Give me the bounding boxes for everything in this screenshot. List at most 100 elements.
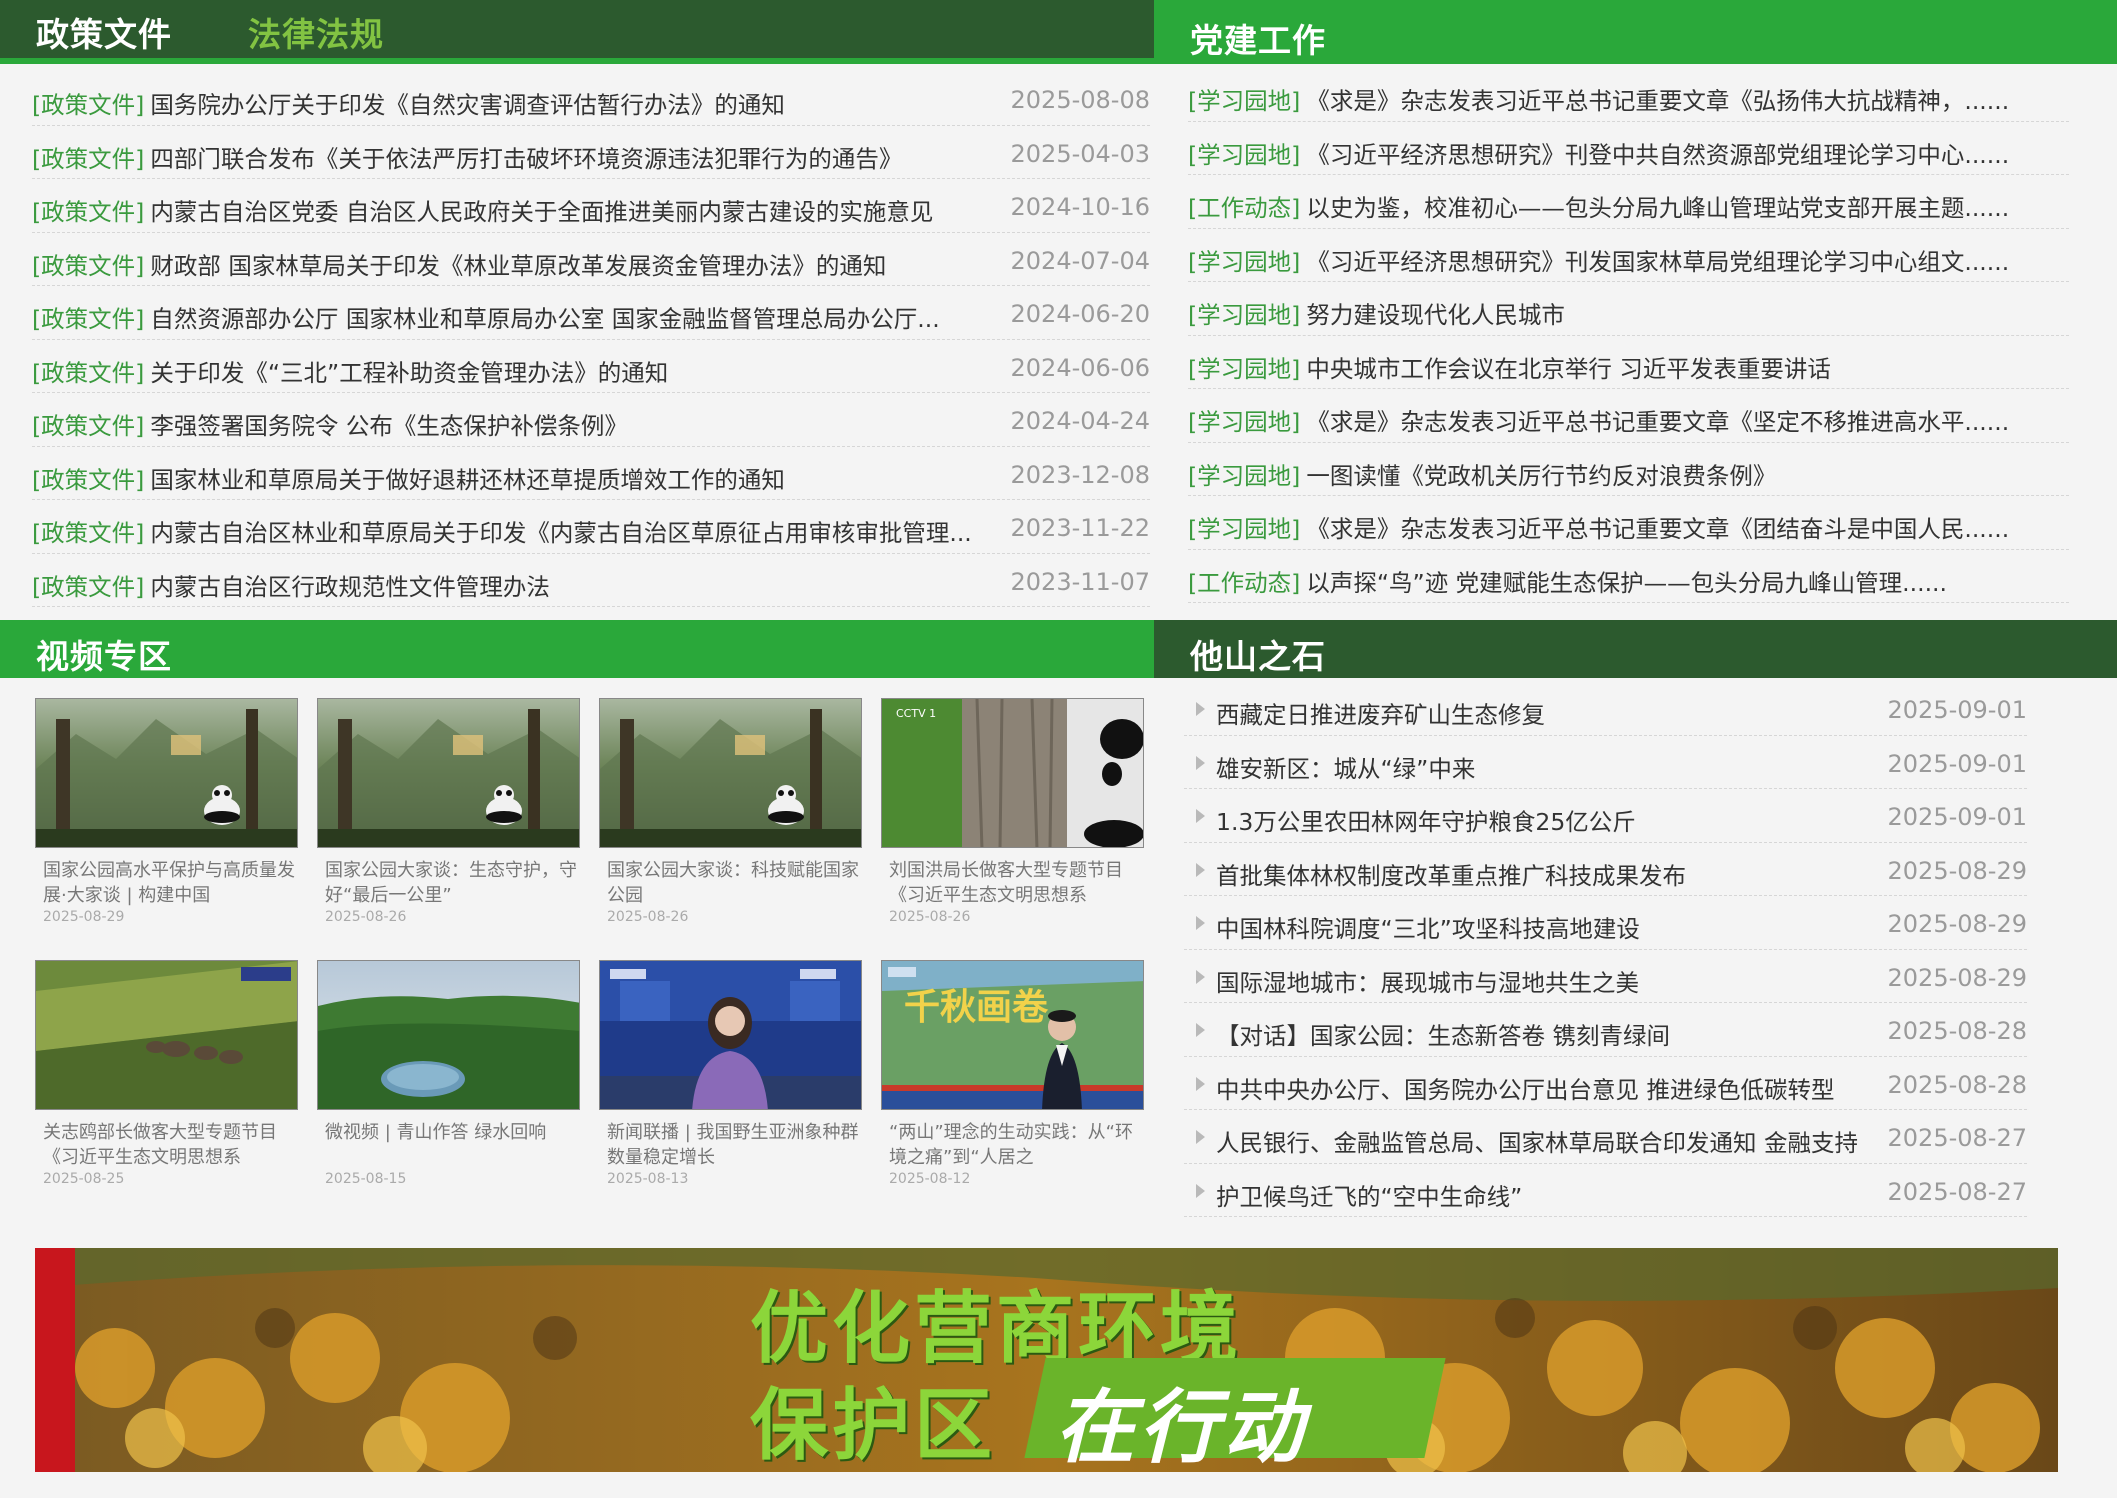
video-thumbnail[interactable] xyxy=(317,698,580,848)
policy-item-title[interactable]: 四部门联合发布《关于依法严厉打击破坏环境资源违法犯罪行为的通告》 xyxy=(150,145,902,173)
party-item-title[interactable]: 以声探“鸟”迹 党建赋能生态保护——包头分局九峰山管理...... xyxy=(1306,569,1947,597)
party-list-item[interactable]: [学习园地] 《求是》杂志发表习近平总书记重要文章《弘扬伟大抗战精神，...... xyxy=(1188,68,2069,122)
others-item-title[interactable]: 中共中央办公厅、国务院办公厅出台意见 推进绿色低碳转型 xyxy=(1216,1071,1834,1105)
party-item-text[interactable]: [工作动态] 以声探“鸟”迹 党建赋能生态保护——包头分局九峰山管理...... xyxy=(1188,564,1947,598)
video-thumbnail[interactable] xyxy=(599,698,862,848)
party-list-item[interactable]: [学习园地] 中央城市工作会议在北京举行 习近平发表重要讲话 xyxy=(1188,336,2069,389)
party-item-title[interactable]: 努力建设现代化人民城市 xyxy=(1306,301,1565,329)
category-tag[interactable]: [政策文件] xyxy=(32,466,144,494)
video-thumbnail[interactable] xyxy=(317,960,580,1110)
others-list-item[interactable]: 国际湿地城市：展现城市与湿地共生之美 2025-08-29 xyxy=(1184,950,2027,1003)
category-tag[interactable]: [学习园地] xyxy=(1188,515,1300,543)
policy-list-item[interactable]: [政策文件] 内蒙古自治区党委 自治区人民政府关于全面推进美丽内蒙古建设的实施意见… xyxy=(32,179,1150,233)
policy-list-item[interactable]: [政策文件] 内蒙古自治区行政规范性文件管理办法 2023-11-07 xyxy=(32,554,1150,607)
party-list-item[interactable]: [学习园地] 努力建设现代化人民城市 xyxy=(1188,282,2069,336)
party-item-title[interactable]: 以史为鉴，校准初心——包头分局九峰山管理站党支部开展主题...... xyxy=(1306,194,2009,222)
policy-item-title[interactable]: 内蒙古自治区林业和草原局关于印发《内蒙古自治区草原征占用审核审批管理... xyxy=(150,519,971,547)
policy-list-item[interactable]: [政策文件] 财政部 国家林草局关于印发《林业草原改革发展资金管理办法》的通知 20… xyxy=(32,233,1150,286)
party-item-title[interactable]: 《习近平经济思想研究》刊发国家林草局党组理论学习中心组文...... xyxy=(1306,248,2009,276)
video-thumbnail[interactable] xyxy=(599,960,862,1110)
video-thumbnail[interactable]: 千秋画卷 xyxy=(881,960,1144,1110)
party-item-text[interactable]: [学习园地] 《习近平经济思想研究》刊发国家林草局党组理论学习中心组文...... xyxy=(1188,243,2009,277)
others-item-title[interactable]: 雄安新区：城从“绿”中来 xyxy=(1216,750,1475,784)
party-item-text[interactable]: [学习园地] 《求是》杂志发表习近平总书记重要文章《坚定不移推进高水平...... xyxy=(1188,403,2009,437)
party-item-text[interactable]: [学习园地] 《求是》杂志发表习近平总书记重要文章《团结奋斗是中国人民...... xyxy=(1188,510,2009,544)
video-caption[interactable]: 微视频 | 青山作答 绿水回响 xyxy=(317,1120,580,1170)
policy-item-text[interactable]: [政策文件] 自然资源部办公厅 国家林业和草原局办公室 国家金融监督管理总局办公厅… xyxy=(32,300,940,334)
policy-item-text[interactable]: [政策文件] 李强签署国务院令 公布《生态保护补偿条例》 xyxy=(32,407,628,441)
video-caption[interactable]: 新闻联播 | 我国野生亚洲象种群数量稳定增长 xyxy=(599,1120,862,1170)
policy-item-text[interactable]: [政策文件] 内蒙古自治区党委 自治区人民政府关于全面推进美丽内蒙古建设的实施意见 xyxy=(32,193,933,227)
party-list-item[interactable]: [学习园地] 一图读懂《党政机关厉行节约反对浪费条例》 xyxy=(1188,443,2069,496)
category-tag[interactable]: [政策文件] xyxy=(32,198,144,226)
others-item-title[interactable]: 【对话】国家公园：生态新答卷 镌刻青绿间 xyxy=(1216,1017,1670,1051)
others-list-item[interactable]: 护卫候鸟迁飞的“空中生命线” 2025-08-27 xyxy=(1184,1164,2027,1217)
policy-item-title[interactable]: 自然资源部办公厅 国家林业和草原局办公室 国家金融监督管理总局办公厅... xyxy=(150,305,939,333)
others-list-item[interactable]: 【对话】国家公园：生态新答卷 镌刻青绿间 2025-08-28 xyxy=(1184,1003,2027,1057)
category-tag[interactable]: [政策文件] xyxy=(32,573,144,601)
category-tag[interactable]: [政策文件] xyxy=(32,252,144,280)
party-item-title[interactable]: 中央城市工作会议在北京举行 习近平发表重要讲话 xyxy=(1306,355,1830,383)
policy-list-item[interactable]: [政策文件] 李强签署国务院令 公布《生态保护补偿条例》 2024-04-24 xyxy=(32,393,1150,447)
policy-item-title[interactable]: 内蒙古自治区党委 自治区人民政府关于全面推进美丽内蒙古建设的实施意见 xyxy=(150,198,933,226)
party-item-title[interactable]: 一图读懂《党政机关厉行节约反对浪费条例》 xyxy=(1306,462,1776,490)
others-item-title[interactable]: 护卫候鸟迁飞的“空中生命线” xyxy=(1216,1178,1522,1212)
policy-item-text[interactable]: [政策文件] 国务院办公厅关于印发《自然灾害调查评估暂行办法》的通知 xyxy=(32,86,785,120)
banner-image[interactable]: 优化营商环境 保护区 在行动 xyxy=(35,1248,2058,1472)
category-tag[interactable]: [学习园地] xyxy=(1188,355,1300,383)
others-list-item[interactable]: 首批集体林权制度改革重点推广科技成果发布 2025-08-29 xyxy=(1184,843,2027,896)
policy-item-title[interactable]: 关于印发《“三北”工程补助资金管理办法》的通知 xyxy=(150,359,668,387)
video-thumbnail[interactable] xyxy=(35,960,298,1110)
video-item[interactable]: 国家公园大家谈：科技赋能国家公园 2025-08-26 xyxy=(599,698,862,925)
party-list-item[interactable]: [工作动态] 以声探“鸟”迹 党建赋能生态保护——包头分局九峰山管理...... xyxy=(1188,550,2069,603)
policy-list-item[interactable]: [政策文件] 国家林业和草原局关于做好退耕还林还草提质增效工作的通知 2023-12… xyxy=(32,447,1150,500)
others-item-title[interactable]: 首批集体林权制度改革重点推广科技成果发布 xyxy=(1216,857,1686,891)
category-tag[interactable]: [政策文件] xyxy=(32,519,144,547)
tab-laws-regulations[interactable]: 法律法规 xyxy=(248,8,384,56)
category-tag[interactable]: [学习园地] xyxy=(1188,87,1300,115)
policy-item-text[interactable]: [政策文件] 内蒙古自治区林业和草原局关于印发《内蒙古自治区草原征占用审核审批管理… xyxy=(32,514,972,548)
others-list-item[interactable]: 西藏定日推进废弃矿山生态修复 2025-09-01 xyxy=(1184,682,2027,736)
policy-item-title[interactable]: 国家林业和草原局关于做好退耕还林还草提质增效工作的通知 xyxy=(150,466,785,494)
party-list-item[interactable]: [学习园地] 《求是》杂志发表习近平总书记重要文章《坚定不移推进高水平...... xyxy=(1188,389,2069,443)
video-item[interactable]: 微视频 | 青山作答 绿水回响 2025-08-15 xyxy=(317,960,580,1187)
category-tag[interactable]: [政策文件] xyxy=(32,91,144,119)
category-tag[interactable]: [政策文件] xyxy=(32,412,144,440)
party-list-item[interactable]: [学习园地] 《习近平经济思想研究》刊发国家林草局党组理论学习中心组文...... xyxy=(1188,229,2069,282)
policy-item-title[interactable]: 国务院办公厅关于印发《自然灾害调查评估暂行办法》的通知 xyxy=(150,91,785,119)
party-item-title[interactable]: 《求是》杂志发表习近平总书记重要文章《团结奋斗是中国人民...... xyxy=(1306,515,2009,543)
party-list-item[interactable]: [学习园地] 《求是》杂志发表习近平总书记重要文章《团结奋斗是中国人民...... xyxy=(1188,496,2069,550)
video-caption[interactable]: 刘国洪局长做客大型专题节目《习近平生态文明思想系 xyxy=(881,858,1144,908)
banner[interactable]: 优化营商环境 保护区 在行动 xyxy=(0,1218,2117,1498)
policy-item-title[interactable]: 李强签署国务院令 公布《生态保护补偿条例》 xyxy=(150,412,627,440)
others-item-title[interactable]: 西藏定日推进废弃矿山生态修复 xyxy=(1216,696,1545,730)
policy-item-title[interactable]: 财政部 国家林草局关于印发《林业草原改革发展资金管理办法》的通知 xyxy=(150,252,886,280)
policy-item-text[interactable]: [政策文件] 财政部 国家林草局关于印发《林业草原改革发展资金管理办法》的通知 xyxy=(32,247,886,281)
others-item-title[interactable]: 1.3万公里农田林网年守护粮食25亿公斤 xyxy=(1216,803,1636,837)
policy-item-text[interactable]: [政策文件] 四部门联合发布《关于依法严厉打击破坏环境资源违法犯罪行为的通告》 xyxy=(32,140,902,174)
video-item[interactable]: 关志鸥部长做客大型专题节目《习近平生态文明思想系 2025-08-25 xyxy=(35,960,298,1187)
party-list-item[interactable]: [工作动态] 以史为鉴，校准初心——包头分局九峰山管理站党支部开展主题...... xyxy=(1188,175,2069,229)
video-caption[interactable]: 国家公园大家谈：生态守护，守好“最后一公里” xyxy=(317,858,580,908)
others-item-title[interactable]: 中国林科院调度“三北”攻坚科技高地建设 xyxy=(1216,910,1640,944)
party-item-text[interactable]: [工作动态] 以史为鉴，校准初心——包头分局九峰山管理站党支部开展主题...... xyxy=(1188,189,2009,223)
others-list-item[interactable]: 1.3万公里农田林网年守护粮食25亿公斤 2025-09-01 xyxy=(1184,789,2027,843)
category-tag[interactable]: [学习园地] xyxy=(1188,408,1300,436)
video-thumbnail[interactable] xyxy=(35,698,298,848)
video-caption[interactable]: “两山”理念的生动实践：从“环境之痛”到“人居之 xyxy=(881,1120,1144,1170)
party-item-text[interactable]: [学习园地] 《习近平经济思想研究》刊登中共自然资源部党组理论学习中心...... xyxy=(1188,136,2009,170)
party-item-title[interactable]: 《习近平经济思想研究》刊登中共自然资源部党组理论学习中心...... xyxy=(1306,141,2009,169)
policy-list-item[interactable]: [政策文件] 关于印发《“三北”工程补助资金管理办法》的通知 2024-06-06 xyxy=(32,340,1150,393)
party-list-item[interactable]: [学习园地] 《习近平经济思想研究》刊登中共自然资源部党组理论学习中心...... xyxy=(1188,122,2069,175)
party-item-text[interactable]: [学习园地] 中央城市工作会议在北京举行 习近平发表重要讲话 xyxy=(1188,350,1831,384)
category-tag[interactable]: [政策文件] xyxy=(32,305,144,333)
others-list-item[interactable]: 中共中央办公厅、国务院办公厅出台意见 推进绿色低碳转型 2025-08-28 xyxy=(1184,1057,2027,1110)
category-tag[interactable]: [学习园地] xyxy=(1188,248,1300,276)
party-item-text[interactable]: [学习园地] 《求是》杂志发表习近平总书记重要文章《弘扬伟大抗战精神，...... xyxy=(1188,82,2009,116)
video-caption[interactable]: 国家公园大家谈：科技赋能国家公园 xyxy=(599,858,862,908)
policy-item-text[interactable]: [政策文件] 关于印发《“三北”工程补助资金管理办法》的通知 xyxy=(32,354,668,388)
category-tag[interactable]: [工作动态] xyxy=(1188,569,1300,597)
video-thumbnail[interactable]: CCTV 1 xyxy=(881,698,1144,848)
policy-list-item[interactable]: [政策文件] 自然资源部办公厅 国家林业和草原局办公室 国家金融监督管理总局办公厅… xyxy=(32,286,1150,340)
category-tag[interactable]: [学习园地] xyxy=(1188,141,1300,169)
